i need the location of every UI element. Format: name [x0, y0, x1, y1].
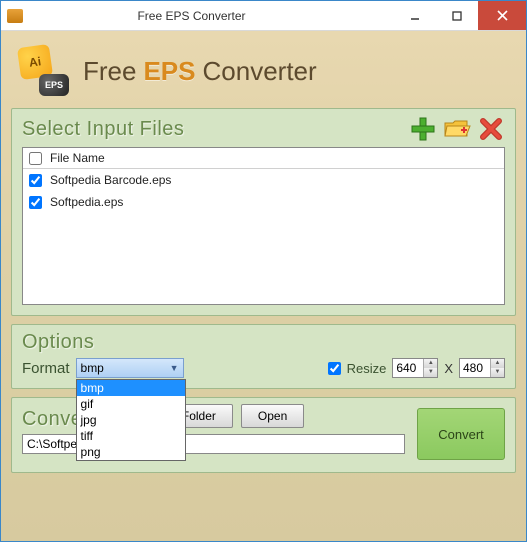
resize-height-value: 480: [460, 361, 490, 375]
titlebar: Free EPS Converter: [1, 1, 526, 31]
resize-width-value: 640: [393, 361, 423, 375]
spinner-up-icon[interactable]: ▲: [491, 359, 504, 368]
file-list[interactable]: File Name Softpedia Barcode.eps Softpedi…: [22, 147, 505, 305]
maximize-button[interactable]: [436, 1, 478, 30]
format-option[interactable]: tiff: [77, 428, 185, 444]
spinner-down-icon[interactable]: ▼: [424, 368, 437, 377]
folder-icon: [443, 117, 471, 141]
format-selected-value: bmp: [81, 361, 104, 375]
client-area: Ai EPS Free EPS Converter Select Input F…: [1, 31, 526, 541]
format-option[interactable]: bmp: [77, 380, 185, 396]
app-title: Free EPS Converter: [83, 56, 317, 87]
format-dropdown[interactable]: bmp ▼ bmp gif jpg tiff png: [76, 358, 184, 378]
filename-column-header[interactable]: File Name: [50, 151, 105, 165]
resize-checkbox[interactable]: [328, 362, 341, 375]
file-name: Softpedia Barcode.eps: [50, 173, 171, 187]
file-list-header: File Name: [23, 148, 504, 169]
app-window: Free EPS Converter Ai EPS Free EPS Conve…: [0, 0, 527, 542]
close-button[interactable]: [478, 1, 526, 30]
input-files-section: Select Input Files File Name: [11, 108, 516, 316]
app-icon: [7, 9, 23, 23]
spinner-up-icon[interactable]: ▲: [424, 359, 437, 368]
open-button[interactable]: Open: [241, 404, 304, 428]
convert-button[interactable]: Convert: [417, 408, 505, 460]
format-option[interactable]: png: [77, 444, 185, 460]
logo-eps-badge: EPS: [39, 74, 69, 96]
plus-icon: [410, 116, 436, 142]
resize-height-input[interactable]: 480 ▲▼: [459, 358, 505, 378]
input-files-title: Select Input Files: [22, 118, 184, 141]
chevron-down-icon: ▼: [170, 363, 179, 373]
app-logo: Ai EPS: [17, 44, 71, 98]
window-buttons: [394, 1, 526, 30]
resize-width-input[interactable]: 640 ▲▼: [392, 358, 438, 378]
add-file-button[interactable]: [409, 115, 437, 143]
app-title-seg2: EPS: [143, 56, 195, 87]
format-option[interactable]: gif: [77, 396, 185, 412]
file-row[interactable]: Softpedia Barcode.eps: [23, 169, 504, 191]
app-header: Ai EPS Free EPS Converter: [11, 41, 516, 108]
file-checkbox[interactable]: [29, 174, 42, 187]
x-icon: [479, 117, 503, 141]
resize-x-label: X: [444, 361, 453, 376]
input-toolbar: [409, 115, 505, 143]
window-title: Free EPS Converter: [29, 9, 394, 23]
minimize-button[interactable]: [394, 1, 436, 30]
app-title-seg3: Converter: [203, 56, 317, 87]
resize-label: Resize: [347, 361, 387, 376]
file-name: Softpedia.eps: [50, 195, 123, 209]
app-title-seg1: Free: [83, 56, 136, 87]
format-dropdown-list: bmp gif jpg tiff png: [76, 379, 186, 461]
file-checkbox[interactable]: [29, 196, 42, 209]
spinner-down-icon[interactable]: ▼: [491, 368, 504, 377]
format-label: Format: [22, 360, 70, 377]
resize-group: Resize 640 ▲▼ X 480 ▲▼: [328, 358, 505, 378]
select-all-checkbox[interactable]: [29, 152, 42, 165]
browse-folder-button[interactable]: [443, 115, 471, 143]
options-title: Options: [22, 331, 505, 354]
format-option[interactable]: jpg: [77, 412, 185, 428]
options-section: Options Format bmp ▼ bmp gif jpg tiff pn…: [11, 324, 516, 389]
remove-file-button[interactable]: [477, 115, 505, 143]
file-row[interactable]: Softpedia.eps: [23, 191, 504, 213]
